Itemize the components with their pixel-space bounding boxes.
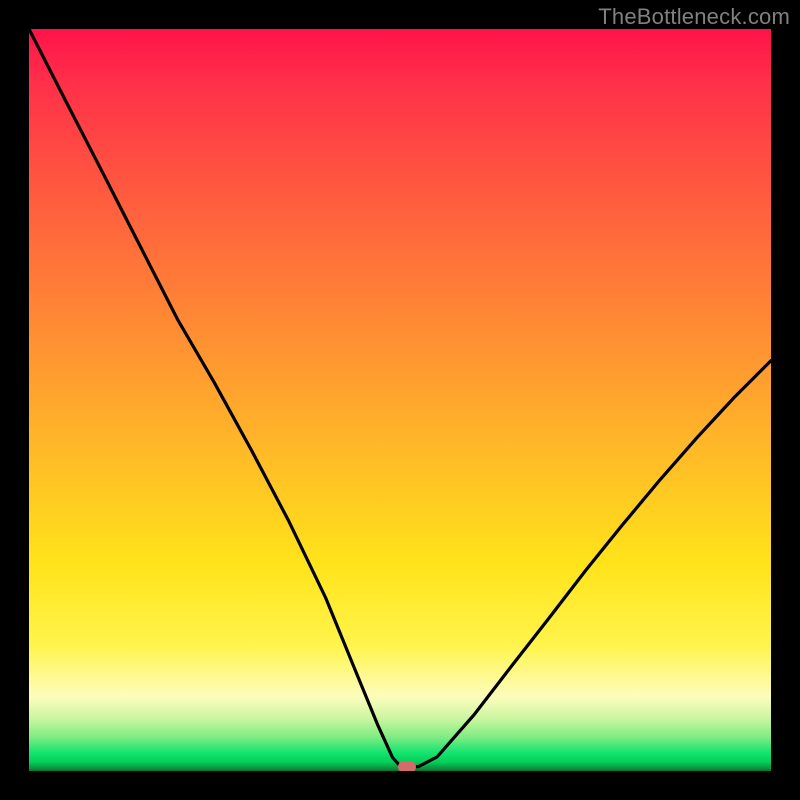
optimum-marker xyxy=(398,761,416,771)
bottleneck-curve xyxy=(29,29,771,771)
chart-frame: TheBottleneck.com xyxy=(0,0,800,800)
plot-area xyxy=(29,29,771,771)
watermark-text: TheBottleneck.com xyxy=(598,4,790,30)
curve-line xyxy=(29,29,771,767)
